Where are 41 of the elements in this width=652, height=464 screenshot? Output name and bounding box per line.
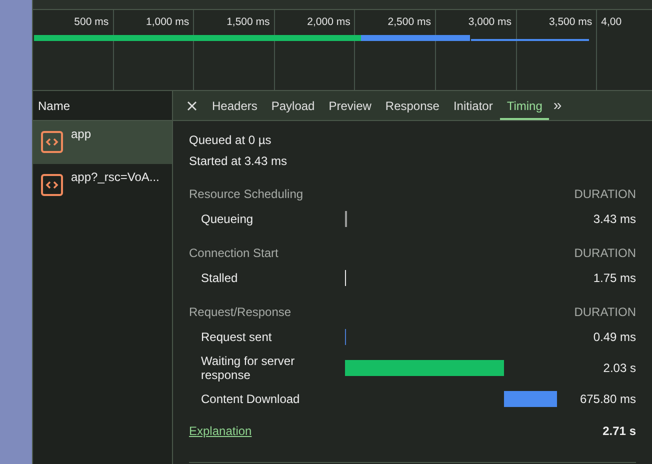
started-text: Started at 3.43 ms bbox=[189, 152, 288, 170]
tab[interactable]: Initiator bbox=[446, 91, 500, 120]
tick-label: 2,000 ms bbox=[307, 15, 352, 28]
phase-label: Content Download bbox=[200, 392, 301, 406]
more-tabs-button[interactable]: » bbox=[549, 91, 566, 120]
tab[interactable]: Preview bbox=[322, 91, 378, 120]
tab[interactable]: Response bbox=[378, 91, 446, 120]
duration-value: 0.49 ms bbox=[592, 330, 636, 344]
tick-label: 4,00 bbox=[601, 15, 623, 28]
duration-heading: DURATION bbox=[574, 187, 636, 201]
tab[interactable]: Timing bbox=[500, 91, 550, 120]
phase-label: Queueing bbox=[200, 212, 254, 226]
section-title: Resource Scheduling bbox=[189, 187, 304, 201]
code-file-icon bbox=[41, 131, 63, 153]
duration-heading: DURATION bbox=[574, 246, 636, 260]
duration-value: 3.43 ms bbox=[592, 212, 636, 226]
section-title: Request/Response bbox=[189, 305, 292, 319]
tick-label: 500 ms bbox=[74, 15, 110, 28]
tab[interactable]: Payload bbox=[264, 91, 322, 120]
request-row[interactable]: app?_rsc=VoA... bbox=[33, 164, 172, 207]
queued-text: Queued at 0 µs bbox=[189, 132, 272, 148]
code-file-icon bbox=[41, 174, 63, 196]
phase-label: Waiting for server response bbox=[200, 354, 296, 382]
explanation-link[interactable]: Explanation bbox=[189, 424, 252, 438]
duration-value: 2.03 s bbox=[602, 361, 636, 375]
duration-value: 675.80 ms bbox=[578, 392, 636, 406]
close-icon bbox=[187, 100, 197, 110]
duration-heading: DURATION bbox=[574, 305, 636, 319]
total-duration: 2.71 s bbox=[602, 424, 636, 438]
tick-label: 1,500 ms bbox=[226, 15, 271, 28]
tab[interactable]: Headers bbox=[205, 91, 264, 120]
phase-label: Request sent bbox=[200, 330, 273, 344]
duration-value: 1.75 ms bbox=[592, 271, 636, 285]
tick-label: 3,500 ms bbox=[548, 15, 594, 28]
section-title: Connection Start bbox=[189, 246, 278, 260]
tick-label: 2,500 ms bbox=[388, 15, 432, 28]
phase-label: Stalled bbox=[200, 271, 239, 285]
request-row[interactable]: app bbox=[33, 121, 172, 164]
column-header: Name bbox=[33, 91, 172, 121]
tick-label: 1,000 ms bbox=[146, 15, 190, 28]
tick-label: 3,000 ms bbox=[468, 15, 513, 28]
